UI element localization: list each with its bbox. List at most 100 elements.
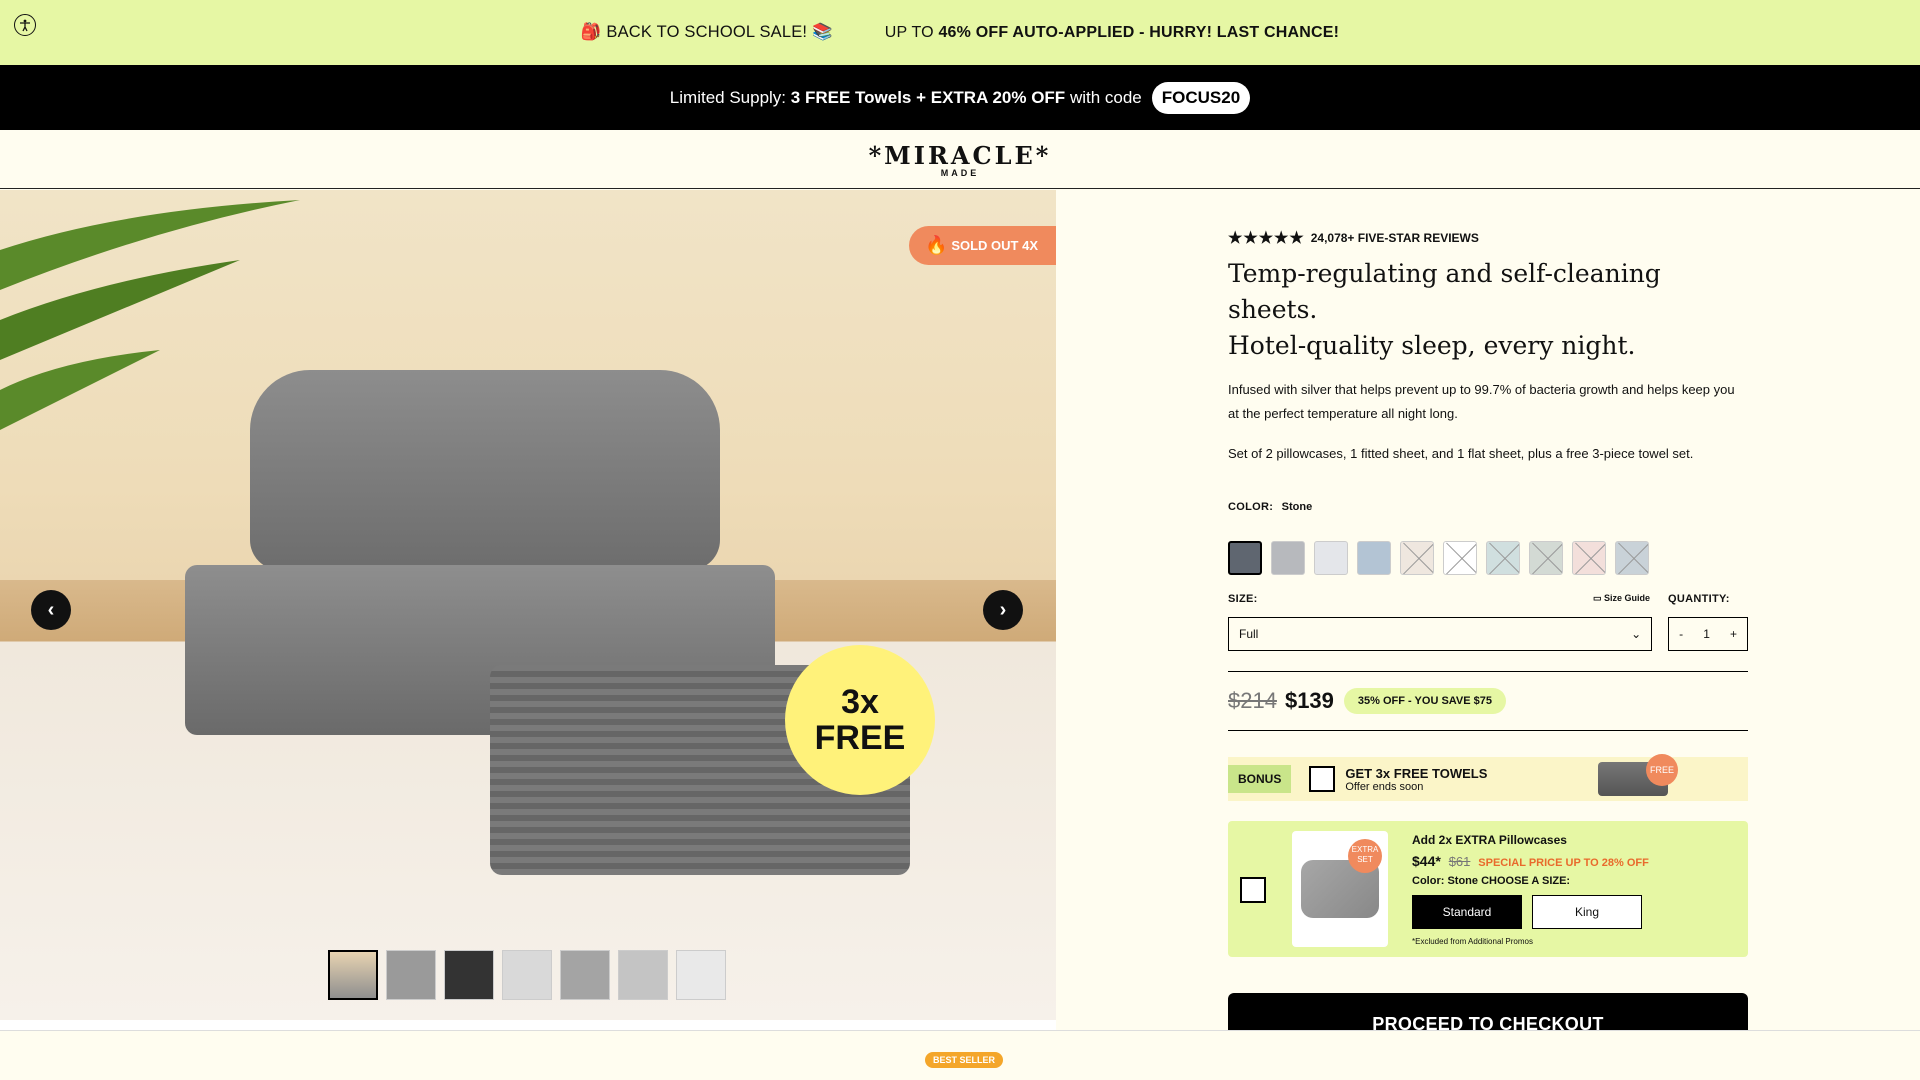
color-swatch[interactable] bbox=[1357, 541, 1391, 575]
addon-old-price: $61 bbox=[1448, 854, 1471, 869]
addon-size-options: Standard King bbox=[1412, 895, 1649, 929]
thumbnail-3[interactable] bbox=[444, 950, 494, 1000]
addon-info: Add 2x EXTRA Pillowcases $44* $61 SPECIA… bbox=[1412, 833, 1649, 946]
thumbnail-4[interactable] bbox=[502, 950, 552, 1000]
prev-image-button[interactable]: ‹ bbox=[31, 590, 71, 630]
rating[interactable]: ★ ★ ★ ★ ★ 24,078+ FIVE-STAR REVIEWS bbox=[1228, 228, 1748, 248]
thumbnail-6[interactable] bbox=[618, 950, 668, 1000]
size-guide-link[interactable]: ▭ Size Guide bbox=[1593, 593, 1650, 605]
product-gallery: 🔥 SOLD OUT 4X 3x FREE ‹ › bbox=[0, 190, 1056, 1030]
size-label: SIZE: bbox=[1228, 593, 1258, 605]
product-info: ★ ★ ★ ★ ★ 24,078+ FIVE-STAR REVIEWS Temp… bbox=[1228, 190, 1748, 1055]
star-icon: ★ bbox=[1228, 230, 1243, 247]
save-badge: 35% OFF - YOU SAVE $75 bbox=[1343, 688, 1506, 714]
color-swatch[interactable] bbox=[1443, 541, 1477, 575]
color-swatch[interactable] bbox=[1314, 541, 1348, 575]
soldout-text: SOLD OUT 4X bbox=[951, 238, 1038, 253]
free-badge-line1: 3x bbox=[841, 683, 879, 721]
quantity-label: QUANTITY: bbox=[1668, 593, 1730, 605]
pillow bbox=[250, 370, 720, 570]
bonus-sub: Offer ends soon bbox=[1345, 780, 1424, 793]
chevron-down-icon: ⌄ bbox=[1631, 627, 1642, 641]
thumbnail-strip bbox=[328, 950, 726, 1000]
old-price: $214 bbox=[1228, 688, 1277, 713]
chevron-left-icon: ‹ bbox=[47, 598, 55, 621]
color-swatches bbox=[1228, 541, 1748, 575]
chevron-right-icon: › bbox=[999, 598, 1007, 621]
thumbnail-2[interactable] bbox=[386, 950, 436, 1000]
free-badge: 3x FREE bbox=[785, 645, 935, 795]
color-swatch[interactable] bbox=[1400, 541, 1434, 575]
ruler-icon: ▭ bbox=[1592, 593, 1602, 603]
color-swatch[interactable] bbox=[1271, 541, 1305, 575]
bonus-checkbox[interactable] bbox=[1309, 766, 1336, 792]
color-swatch[interactable] bbox=[1529, 541, 1563, 575]
product-description: Infused with silver that helps prevent u… bbox=[1228, 382, 1735, 421]
star-icon: ★ bbox=[1258, 230, 1274, 247]
next-image-button[interactable]: › bbox=[983, 590, 1023, 630]
thumbnail-1[interactable] bbox=[328, 950, 378, 1000]
addon-size-standard[interactable]: Standard bbox=[1412, 895, 1522, 929]
addon-offer: EXTRA SET Add 2x EXTRA Pillowcases $44* … bbox=[1228, 821, 1748, 957]
color-swatch[interactable] bbox=[1228, 541, 1262, 575]
addon-special: SPECIAL PRICE UP TO 28% OFF bbox=[1478, 857, 1649, 869]
new-price: $139 bbox=[1284, 688, 1334, 713]
divider bbox=[1228, 671, 1748, 672]
towel-image: FREE bbox=[1598, 754, 1678, 796]
site-header: *MIRACLE* MADE bbox=[0, 130, 1920, 189]
thumbnail-7[interactable] bbox=[676, 950, 726, 1000]
free-tag: FREE bbox=[1646, 754, 1678, 786]
addon-note: *Excluded from Additional Promos bbox=[1412, 937, 1533, 946]
size-select[interactable]: Full ⌄ bbox=[1228, 617, 1653, 651]
bonus-text: GET 3x FREE TOWELS Offer ends soon bbox=[1345, 766, 1487, 793]
size-quantity-controls: Full ⌄ - 1 + bbox=[1228, 617, 1748, 651]
promo-bar: Limited Supply: 3 FREE Towels + EXTRA 20… bbox=[0, 65, 1920, 130]
star-icon: ★ bbox=[1289, 230, 1304, 247]
qty-minus-button[interactable]: - bbox=[1679, 627, 1683, 641]
accessibility-icon[interactable] bbox=[14, 14, 36, 36]
size-row: SIZE: ▭ Size Guide QUANTITY: bbox=[1228, 593, 1748, 605]
set-info: Set of 2 pillowcases, 1 fitted sheet, an… bbox=[1228, 446, 1694, 461]
soldout-badge: 🔥 SOLD OUT 4X bbox=[909, 226, 1056, 265]
discount-text: 46% OFF AUTO-APPLIED - HURRY! LAST CHANC… bbox=[938, 23, 1340, 41]
announcement-bar: 🎒 BACK TO SCHOOL SALE! 📚 UP TO 46% OFF A… bbox=[0, 0, 1920, 65]
thumbnail-5[interactable] bbox=[560, 950, 610, 1000]
price-row: $214 $139 35% OFF - YOU SAVE $75 bbox=[1228, 686, 1748, 716]
pillowcase-image: EXTRA SET bbox=[1292, 831, 1388, 947]
addon-size-king[interactable]: King bbox=[1532, 895, 1642, 929]
flame-icon: 🔥 bbox=[925, 235, 948, 255]
promo-offer: 3 FREE Towels + EXTRA 20% OFF bbox=[790, 87, 1066, 107]
promo-suffix: with code bbox=[1069, 87, 1142, 107]
color-swatch[interactable] bbox=[1615, 541, 1649, 575]
promo-code[interactable]: FOCUS20 bbox=[1151, 81, 1251, 114]
title-line-2: Hotel-quality sleep, every night. bbox=[1228, 331, 1636, 360]
bonus-tag: BONUS bbox=[1228, 765, 1292, 793]
addon-checkbox[interactable] bbox=[1240, 877, 1266, 903]
addon-title: Add 2x EXTRA Pillowcases bbox=[1412, 833, 1567, 847]
hero-image: 🔥 SOLD OUT 4X 3x FREE ‹ › bbox=[0, 190, 1056, 1020]
product-title: Temp-regulating and self-cleaning sheets… bbox=[1228, 256, 1748, 364]
extra-set-badge: EXTRA SET bbox=[1348, 839, 1382, 873]
free-badge-line2: FREE bbox=[814, 719, 906, 757]
color-value: Stone bbox=[1281, 501, 1313, 513]
promo-prefix: Limited Supply: bbox=[669, 87, 787, 107]
title-line-1: Temp-regulating and self-cleaning sheets… bbox=[1228, 259, 1661, 324]
logo[interactable]: *MIRACLE* bbox=[869, 141, 1052, 170]
addon-meta: Color: Stone CHOOSE A SIZE: bbox=[1412, 875, 1571, 887]
addon-price-row: $44* $61 SPECIAL PRICE UP TO 28% OFF bbox=[1412, 853, 1649, 869]
quantity-stepper[interactable]: - 1 + bbox=[1668, 617, 1748, 651]
bonus-offer: BONUS GET 3x FREE TOWELS Offer ends soon… bbox=[1228, 754, 1748, 801]
color-swatch[interactable] bbox=[1572, 541, 1606, 575]
sale-text: 🎒 BACK TO SCHOOL SALE! 📚 bbox=[580, 23, 833, 41]
logo-sub: MADE bbox=[940, 167, 980, 178]
review-count: 24,078+ FIVE-STAR REVIEWS bbox=[1310, 231, 1479, 245]
qty-value[interactable]: 1 bbox=[1703, 627, 1710, 641]
size-value: Full bbox=[1239, 627, 1259, 641]
bonus-title: GET 3x FREE TOWELS bbox=[1345, 765, 1488, 781]
color-swatch[interactable] bbox=[1486, 541, 1520, 575]
color-row: COLOR: Stone bbox=[1228, 497, 1748, 515]
addon-price: $44* bbox=[1412, 853, 1441, 869]
color-label: COLOR: bbox=[1228, 501, 1274, 513]
qty-plus-button[interactable]: + bbox=[1730, 627, 1737, 641]
star-icon: ★ bbox=[1243, 230, 1258, 247]
